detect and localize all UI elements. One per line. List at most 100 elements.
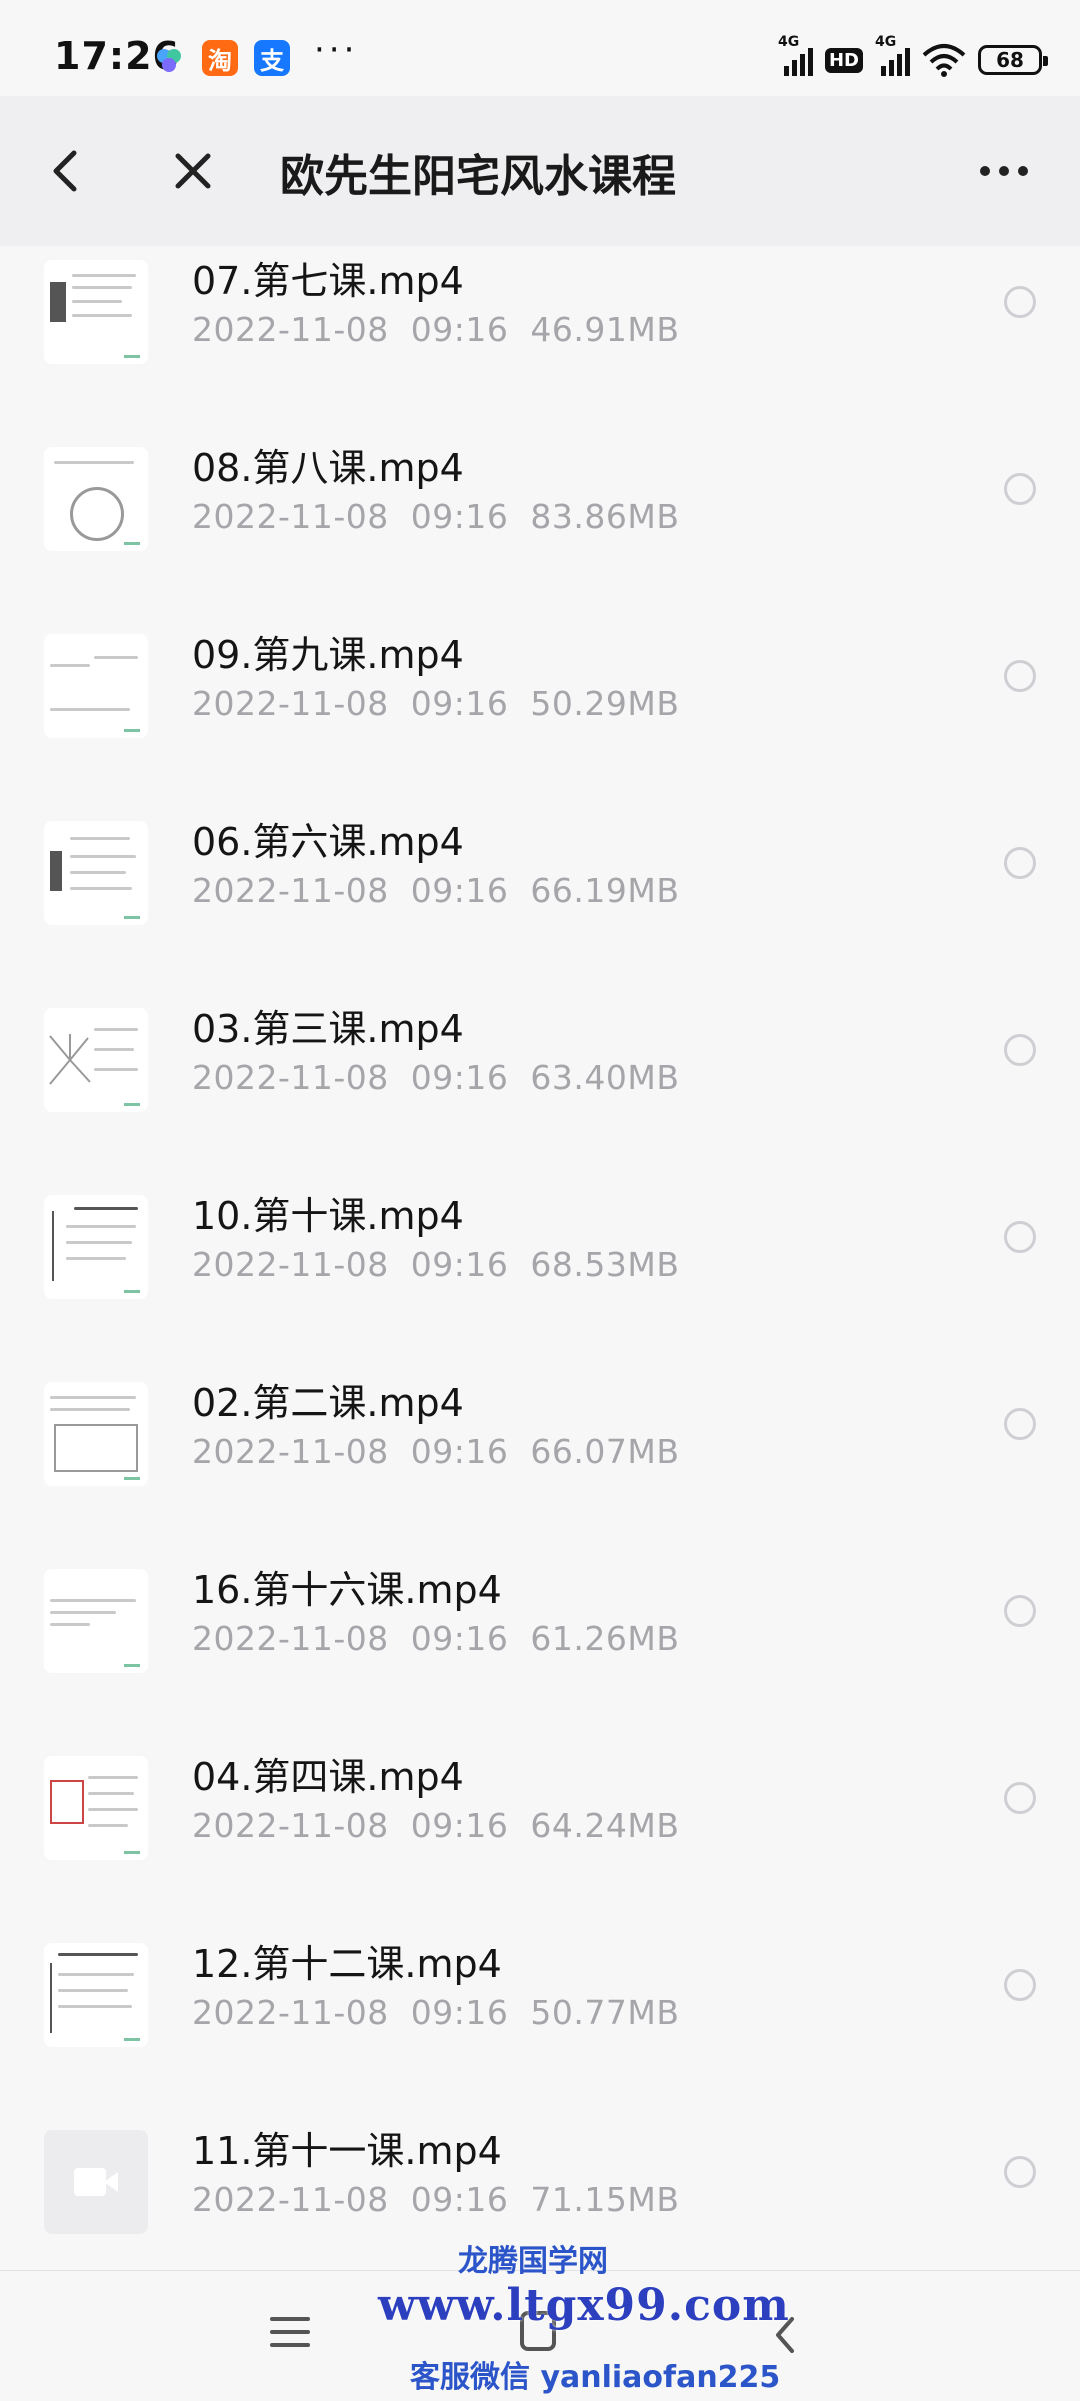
list-item[interactable]: 04.第四课.mp4 2022-11-08 09:16 64.24MB [0,1716,1080,1903]
file-date: 2022-11-08 [192,1806,389,1845]
select-radio[interactable] [1004,1221,1036,1253]
file-date: 2022-11-08 [192,1432,389,1471]
file-date: 2022-11-08 [192,684,389,723]
select-radio[interactable] [1004,1782,1036,1814]
status-bar: 17:26 淘 支 ··· 4G HD 4G 68 [0,0,1080,96]
file-meta: 2022-11-08 09:16 61.26MB [192,1619,701,1658]
list-item[interactable]: 16.第十六课.mp4 2022-11-08 09:16 61.26MB [0,1529,1080,1716]
alipay-icon: 支 [254,40,290,76]
file-meta: 2022-11-08 09:16 64.24MB [192,1806,701,1845]
file-meta: 2022-11-08 09:16 66.07MB [192,1432,701,1471]
select-radio[interactable] [1004,1595,1036,1627]
hd-voice-icon: HD [824,47,863,73]
flower-app-icon [157,49,181,72]
file-time: 09:16 [410,684,509,723]
file-date: 2022-11-08 [192,871,389,910]
document-thumbnail [44,1195,148,1299]
list-item[interactable]: 03.第三课.mp4 2022-11-08 09:16 63.40MB [0,968,1080,1155]
select-radio[interactable] [1004,1969,1036,2001]
file-size: 66.19MB [530,871,680,910]
select-radio[interactable] [1004,286,1036,318]
file-date: 2022-11-08 [192,497,389,536]
document-thumbnail [44,1008,148,1112]
list-item[interactable]: 08.第八课.mp4 2022-11-08 09:16 83.86MB [0,407,1080,594]
file-size: 68.53MB [530,1245,680,1284]
file-meta: 2022-11-08 09:16 46.91MB [192,310,701,349]
file-meta: 2022-11-08 09:16 63.40MB [192,1058,701,1097]
select-radio[interactable] [1004,473,1036,505]
file-size: 71.15MB [530,2180,680,2219]
document-thumbnail [44,1756,148,1860]
close-icon[interactable] [168,96,218,246]
file-size: 50.29MB [530,684,680,723]
video-thumbnail [44,2130,148,2234]
file-date: 2022-11-08 [192,310,389,349]
document-thumbnail [44,447,148,551]
file-time: 09:16 [410,1432,509,1471]
back-arrow-icon[interactable] [40,96,90,246]
document-thumbnail [44,1569,148,1673]
file-time: 09:16 [410,2180,509,2219]
file-size: 61.26MB [530,1619,680,1658]
list-item[interactable]: 02.第二课.mp4 2022-11-08 09:16 66.07MB [0,1342,1080,1529]
video-camera-icon [74,2168,106,2196]
document-thumbnail [44,821,148,925]
file-size: 66.07MB [530,1432,680,1471]
file-date: 2022-11-08 [192,1058,389,1097]
signal-icon: 4G [778,34,813,76]
select-radio[interactable] [1004,660,1036,692]
file-date: 2022-11-08 [192,2180,389,2219]
watermark-line-3: 客服微信 yanliaofan225 [410,2360,781,2395]
file-name: 06.第六课.mp4 [192,820,464,864]
document-thumbnail [44,1382,148,1486]
file-size: 50.77MB [530,1993,680,2032]
file-name: 04.第四课.mp4 [192,1755,464,1799]
document-thumbnail [44,260,148,364]
file-meta: 2022-11-08 09:16 71.15MB [192,2180,701,2219]
taobao-icon: 淘 [202,40,238,76]
battery-icon: 68 [978,45,1048,75]
list-item[interactable]: 10.第十课.mp4 2022-11-08 09:16 68.53MB [0,1155,1080,1342]
file-date: 2022-11-08 [192,1245,389,1284]
file-time: 09:16 [410,1619,509,1658]
document-thumbnail [44,634,148,738]
file-name: 12.第十二课.mp4 [192,1942,502,1986]
signal-icon-2: 4G [875,34,910,76]
list-item[interactable]: 12.第十二课.mp4 2022-11-08 09:16 50.77MB [0,1903,1080,2090]
file-date: 2022-11-08 [192,1619,389,1658]
file-name: 09.第九课.mp4 [192,633,464,677]
select-radio[interactable] [1004,1408,1036,1440]
page-title: 欧先生阳宅风水课程 [280,151,676,202]
more-notifications-icon: ··· [314,30,359,70]
file-date: 2022-11-08 [192,1993,389,2032]
file-time: 09:16 [410,497,509,536]
top-app-bar: 欧先生阳宅风水课程 [0,96,1080,246]
file-name: 16.第十六课.mp4 [192,1568,502,1612]
file-size: 46.91MB [530,310,680,349]
select-radio[interactable] [1004,1034,1036,1066]
file-meta: 2022-11-08 09:16 68.53MB [192,1245,701,1284]
file-name: 02.第二课.mp4 [192,1381,464,1425]
select-radio[interactable] [1004,847,1036,879]
list-item[interactable]: 06.第六课.mp4 2022-11-08 09:16 66.19MB [0,781,1080,968]
list-item[interactable]: 09.第九课.mp4 2022-11-08 09:16 50.29MB [0,594,1080,781]
file-time: 09:16 [410,1993,509,2032]
file-name: 08.第八课.mp4 [192,446,464,490]
status-indicators: 4G HD 4G 68 [778,34,1048,82]
more-options-icon[interactable] [964,96,1044,246]
file-meta: 2022-11-08 09:16 50.77MB [192,1993,701,2032]
list-item[interactable]: 07.第七课.mp4 2022-11-08 09:16 46.91MB [0,246,1080,407]
recent-apps-icon[interactable] [270,2317,310,2356]
file-name: 07.第七课.mp4 [192,259,464,303]
file-name: 10.第十课.mp4 [192,1194,464,1238]
network-type-label: 4G [777,34,800,50]
file-time: 09:16 [410,871,509,910]
wifi-icon [922,44,966,77]
file-size: 83.86MB [530,497,680,536]
watermark-line-1: 龙腾国学网 [458,2244,608,2279]
file-meta: 2022-11-08 09:16 50.29MB [192,684,701,723]
select-radio[interactable] [1004,2156,1036,2188]
file-list: 07.第七课.mp4 2022-11-08 09:16 46.91MB 08.第八课… [0,246,1080,2271]
file-time: 09:16 [410,1806,509,1845]
file-name: 03.第三课.mp4 [192,1007,464,1051]
